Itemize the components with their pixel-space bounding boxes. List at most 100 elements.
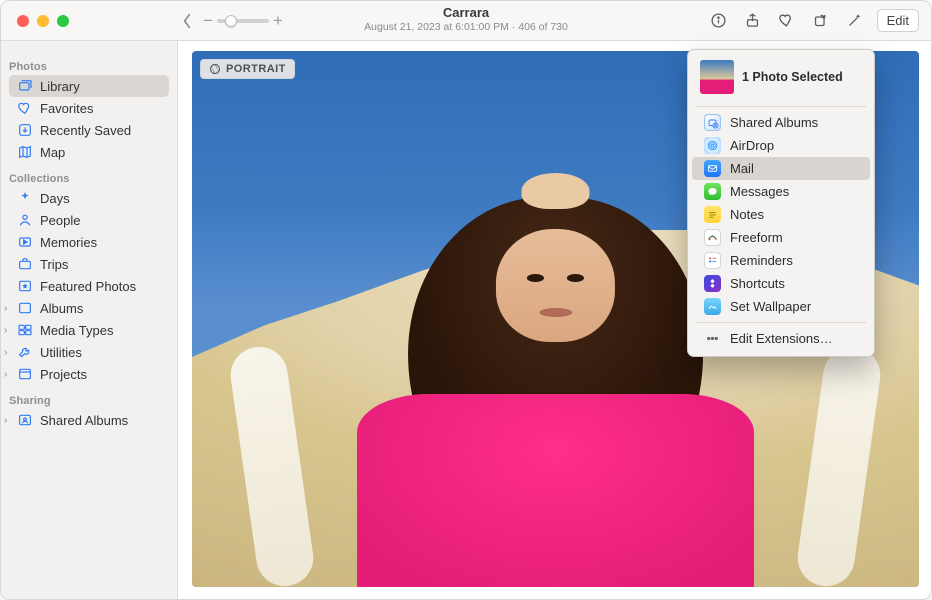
share-item-airdrop[interactable]: AirDrop (692, 134, 870, 157)
share-item-label: Freeform (730, 230, 783, 245)
reminders-icon (704, 252, 721, 269)
map-icon (17, 144, 33, 160)
photo-title: Carrara (364, 5, 568, 21)
sidebar-item-label: Media Types (40, 323, 113, 338)
media-icon (17, 322, 33, 338)
sidebar-item-featured-photos[interactable]: Featured Photos (9, 275, 169, 297)
sidebar-item-albums[interactable]: ›Albums (9, 297, 169, 319)
chevron-right-icon[interactable]: › (4, 325, 7, 336)
zoom-minus[interactable]: − (203, 11, 213, 31)
share-item-label: Shared Albums (730, 115, 818, 130)
chevron-right-icon[interactable]: › (4, 369, 7, 380)
photo-stack-icon (17, 78, 33, 94)
sidebar-item-shared-albums[interactable]: ›Shared Albums (9, 409, 169, 431)
aperture-icon (209, 63, 221, 75)
sidebar-item-media-types[interactable]: ›Media Types (9, 319, 169, 341)
edit-extensions-item[interactable]: Edit Extensions… (692, 327, 870, 350)
favorite-button[interactable] (771, 7, 803, 35)
sidebar-item-favorites[interactable]: Favorites (9, 97, 169, 119)
toolbar-left: − + (181, 11, 283, 31)
sidebar-item-map[interactable]: Map (9, 141, 169, 163)
person-icon (17, 212, 33, 228)
toolbar-right: Edit (703, 7, 923, 35)
shared-album-icon (17, 412, 33, 428)
photos-window: − + Carrara August 21, 2023 at 6:01:00 P… (0, 0, 932, 600)
sidebar-section-header: Sharing (1, 391, 177, 409)
portrait-badge-label: PORTRAIT (226, 63, 286, 75)
sidebar-item-utilities[interactable]: ›Utilities (9, 341, 169, 363)
sidebar: PhotosLibraryFavoritesRecently SavedMapC… (1, 41, 178, 599)
sidebar-item-label: Utilities (40, 345, 82, 360)
share-item-label: AirDrop (730, 138, 774, 153)
set-wallpaper-icon (704, 298, 721, 315)
shared-albums-icon (704, 114, 721, 131)
shortcuts-icon (704, 275, 721, 292)
download-icon (17, 122, 33, 138)
share-item-label: Messages (730, 184, 789, 199)
freeform-icon (704, 229, 721, 246)
zoom-control: − + (203, 11, 283, 31)
edit-button[interactable]: Edit (877, 9, 919, 32)
fullscreen-window-button[interactable] (57, 15, 69, 27)
rotate-button[interactable] (805, 7, 837, 35)
chevron-right-icon[interactable]: › (4, 415, 7, 426)
share-item-mail[interactable]: Mail (692, 157, 870, 180)
sidebar-item-label: Library (40, 79, 80, 94)
mail-icon (704, 160, 721, 177)
share-item-freeform[interactable]: Freeform (692, 226, 870, 249)
projects-icon (17, 366, 33, 382)
sidebar-item-people[interactable]: People (9, 209, 169, 231)
sidebar-item-label: Projects (40, 367, 87, 382)
edit-extensions-label: Edit Extensions… (730, 331, 833, 346)
heart-icon (17, 100, 33, 116)
divider (696, 106, 866, 107)
share-item-label: Set Wallpaper (730, 299, 811, 314)
album-icon (17, 300, 33, 316)
sidebar-item-projects[interactable]: ›Projects (9, 363, 169, 385)
share-item-shortcuts[interactable]: Shortcuts (692, 272, 870, 295)
minimize-window-button[interactable] (37, 15, 49, 27)
zoom-slider[interactable] (217, 19, 269, 23)
sparkle-icon (17, 190, 33, 206)
messages-icon (704, 183, 721, 200)
sidebar-item-label: People (40, 213, 80, 228)
sidebar-item-label: Map (40, 145, 65, 160)
share-item-label: Shortcuts (730, 276, 785, 291)
back-button[interactable] (181, 13, 193, 29)
sidebar-item-memories[interactable]: Memories (9, 231, 169, 253)
sidebar-item-label: Days (40, 191, 70, 206)
share-selection-label: 1 Photo Selected (742, 70, 843, 84)
extensions-icon (704, 330, 721, 347)
share-item-label: Notes (730, 207, 764, 222)
share-item-reminders[interactable]: Reminders (692, 249, 870, 272)
share-item-set-wallpaper[interactable]: Set Wallpaper (692, 295, 870, 318)
chevron-right-icon[interactable]: › (4, 347, 7, 358)
sidebar-item-trips[interactable]: Trips (9, 253, 169, 275)
share-item-label: Mail (730, 161, 754, 176)
wrench-icon (17, 344, 33, 360)
share-menu: 1 Photo Selected Shared Albums AirDrop Mai… (687, 49, 875, 357)
share-item-shared-albums[interactable]: Shared Albums (692, 111, 870, 134)
share-item-notes[interactable]: Notes (692, 203, 870, 226)
portrait-badge: PORTRAIT (200, 59, 295, 79)
zoom-plus[interactable]: + (273, 11, 283, 31)
share-button[interactable] (737, 7, 769, 35)
sidebar-item-days[interactable]: Days (9, 187, 169, 209)
titlebar: − + Carrara August 21, 2023 at 6:01:00 P… (1, 1, 931, 41)
title-area: Carrara August 21, 2023 at 6:01:00 PM · … (364, 5, 568, 33)
auto-enhance-button[interactable] (839, 7, 871, 35)
photo-subtitle: August 21, 2023 at 6:01:00 PM · 406 of 7… (364, 21, 568, 34)
notes-icon (704, 206, 721, 223)
memories-icon (17, 234, 33, 250)
suitcase-icon (17, 256, 33, 272)
close-window-button[interactable] (17, 15, 29, 27)
sidebar-item-label: Featured Photos (40, 279, 136, 294)
sidebar-item-label: Trips (40, 257, 68, 272)
chevron-right-icon[interactable]: › (4, 303, 7, 314)
sidebar-section-header: Collections (1, 169, 177, 187)
sidebar-item-recently-saved[interactable]: Recently Saved (9, 119, 169, 141)
info-button[interactable] (703, 7, 735, 35)
sidebar-item-label: Favorites (40, 101, 93, 116)
sidebar-item-library[interactable]: Library (9, 75, 169, 97)
share-item-messages[interactable]: Messages (692, 180, 870, 203)
